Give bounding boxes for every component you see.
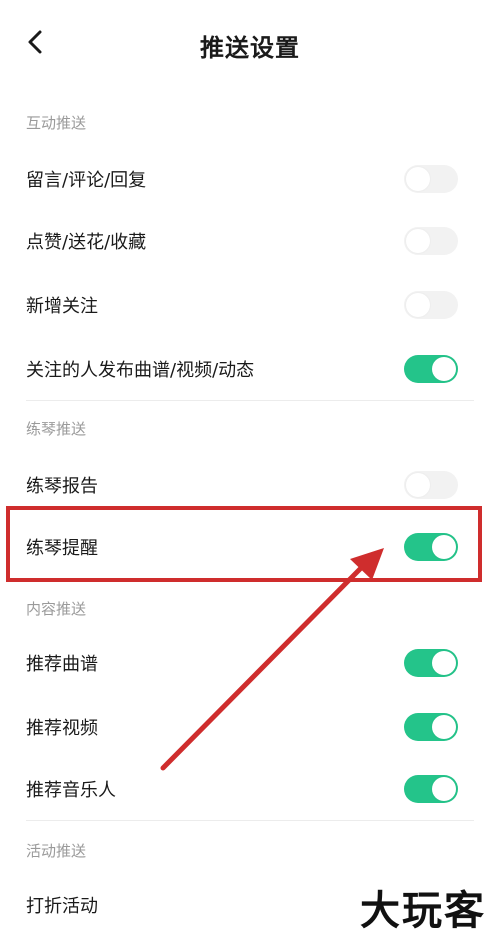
setting-row-recommend-scores: 推荐曲谱	[26, 632, 474, 694]
toggle-practice-report[interactable]	[404, 471, 458, 499]
toggle-recommend-videos[interactable]	[404, 713, 458, 741]
toggle-knob	[432, 777, 456, 801]
setting-label: 点赞/送花/收藏	[26, 232, 147, 253]
toggle-recommend-musicians[interactable]	[404, 775, 458, 803]
toggle-knob	[432, 535, 456, 559]
header: 推送设置	[0, 0, 500, 90]
section-header-practice: 练琴推送	[26, 420, 87, 438]
setting-row-comments: 留言/评论/回复	[26, 148, 474, 210]
toggle-knob	[406, 167, 430, 191]
toggle-knob	[406, 473, 430, 497]
section-header-interaction: 互动推送	[26, 114, 87, 132]
toggle-knob	[406, 293, 430, 317]
setting-label: 关注的人发布曲谱/视频/动态	[26, 360, 255, 381]
toggle-knob	[432, 715, 456, 739]
setting-row-practice-report: 练琴报告	[26, 454, 474, 516]
page-title: 推送设置	[200, 34, 300, 62]
toggle-knob	[432, 651, 456, 675]
toggle-knob	[406, 229, 430, 253]
watermark-logo: 大玩客	[360, 888, 486, 934]
setting-label: 练琴提醒	[26, 538, 98, 559]
setting-row-recommend-musicians: 推荐音乐人	[26, 758, 474, 821]
setting-row-followed-publish: 关注的人发布曲谱/视频/动态	[26, 338, 474, 401]
setting-row-likes: 点赞/送花/收藏	[26, 210, 474, 272]
toggle-comments[interactable]	[404, 165, 458, 193]
section-header-content: 内容推送	[26, 600, 87, 618]
setting-row-practice-reminder: 练琴提醒	[26, 516, 474, 579]
setting-label: 推荐曲谱	[26, 654, 98, 675]
setting-row-new-followers: 新增关注	[26, 274, 474, 336]
setting-row-recommend-videos: 推荐视频	[26, 696, 474, 758]
setting-label: 练琴报告	[26, 476, 98, 497]
toggle-followed-publish[interactable]	[404, 355, 458, 383]
section-header-activity: 活动推送	[26, 842, 87, 860]
setting-label: 打折活动	[26, 896, 98, 917]
setting-label: 推荐视频	[26, 718, 98, 739]
toggle-likes[interactable]	[404, 227, 458, 255]
setting-label: 推荐音乐人	[26, 780, 116, 801]
setting-label: 留言/评论/回复	[26, 170, 147, 191]
toggle-new-followers[interactable]	[404, 291, 458, 319]
setting-label: 新增关注	[26, 296, 98, 317]
toggle-practice-reminder[interactable]	[404, 533, 458, 561]
toggle-recommend-scores[interactable]	[404, 649, 458, 677]
toggle-knob	[432, 357, 456, 381]
